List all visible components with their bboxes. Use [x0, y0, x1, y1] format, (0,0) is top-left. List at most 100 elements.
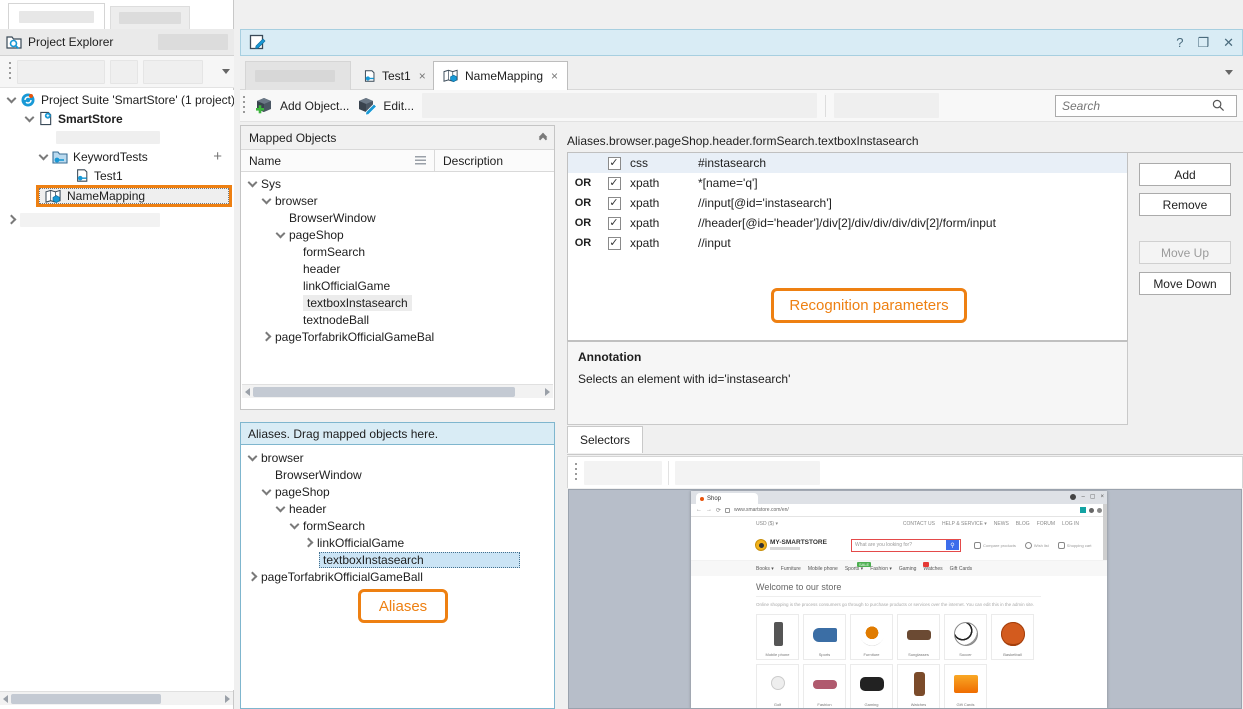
document-tab-namemapping-active[interactable]: NameMapping ×	[433, 61, 568, 90]
column-menu-icon[interactable]	[415, 156, 426, 165]
workspace-tab-inactive[interactable]	[110, 6, 190, 29]
selector-row-xpath-1[interactable]: OR ✓ xpath *[name='q']	[568, 173, 1127, 193]
search-box[interactable]	[1055, 95, 1237, 117]
tree-item-test1[interactable]: Test1	[0, 166, 234, 185]
document-tab-redacted[interactable]	[245, 61, 351, 90]
mapped-objects-hscrollbar[interactable]	[242, 384, 553, 398]
mapped-item-browser[interactable]: browser	[241, 192, 554, 209]
alias-linkofficialgame[interactable]: linkOfficialGame	[241, 534, 554, 551]
toolbar-drag-handle[interactable]	[574, 463, 578, 483]
tree-item-project-suite[interactable]: Project Suite 'SmartStore' (1 project)	[0, 90, 234, 109]
scroll-right-icon[interactable]	[545, 388, 550, 396]
scroll-right-icon[interactable]	[225, 695, 230, 703]
toolbar-redacted-area[interactable]	[422, 93, 817, 118]
chevron-collapsed-icon[interactable]	[7, 215, 17, 225]
shop-header-actions: Compare products Wish list Shopping cart	[974, 542, 1091, 549]
tab-close-icon[interactable]: ×	[551, 69, 558, 83]
collapse-panel-icon[interactable]	[540, 134, 546, 142]
extension-icon	[1097, 508, 1102, 513]
scroll-left-icon[interactable]	[245, 388, 250, 396]
move-down-button[interactable]: Move Down	[1139, 272, 1231, 295]
close-button[interactable]: ✕	[1223, 35, 1234, 51]
tab-list-chevron-icon[interactable]	[1225, 70, 1233, 75]
toolbar-redacted-area[interactable]	[834, 93, 939, 118]
scroll-left-icon[interactable]	[3, 695, 8, 703]
project-explorer-header: Project Explorer	[0, 29, 234, 56]
selector-row-xpath-3[interactable]: OR ✓ xpath //header[@id='header']/div[2]…	[568, 213, 1127, 233]
project-icon	[38, 111, 53, 126]
tree-item-keywordtests[interactable]: KeywordTests +	[0, 147, 234, 166]
selector-row-css[interactable]: ✓ css #instasearch	[568, 153, 1127, 173]
mapped-item-header[interactable]: header	[241, 260, 554, 277]
help-button[interactable]: ?	[1176, 35, 1183, 51]
document-tab-test1[interactable]: Test1 ×	[354, 61, 435, 90]
alias-pageshop[interactable]: pageShop	[241, 483, 554, 500]
scrollbar-thumb[interactable]	[11, 694, 161, 704]
selector-row-xpath-4[interactable]: OR ✓ xpath //input	[568, 233, 1127, 253]
checkbox-checked-icon[interactable]: ✓	[608, 157, 621, 170]
tree-item-project[interactable]: SmartStore	[0, 109, 234, 128]
selectors-tab[interactable]: Selectors	[567, 426, 643, 453]
tab-close-icon[interactable]: ×	[419, 69, 426, 83]
category-tile: Sports	[803, 614, 846, 660]
maximize-button[interactable]: ❒	[1197, 35, 1209, 51]
chevron-expanded-icon[interactable]	[39, 150, 49, 160]
add-test-plus-icon[interactable]: +	[213, 148, 222, 165]
mapped-item-textnodeball[interactable]: textnodeBall	[241, 311, 554, 328]
checkbox-checked-icon[interactable]: ✓	[608, 177, 621, 190]
chevron-expanded-icon[interactable]	[25, 112, 35, 122]
scrollbar-thumb[interactable]	[253, 387, 515, 397]
node-label: BrowserWindow	[289, 211, 376, 225]
project-explorer-hscrollbar[interactable]	[0, 691, 233, 705]
mapped-item-pageshop[interactable]: pageShop	[241, 226, 554, 243]
mapped-item-sys[interactable]: Sys	[241, 175, 554, 192]
mapped-item-pagetorfabrik[interactable]: pageTorfabrikOfficialGameBal	[241, 328, 554, 345]
add-object-button[interactable]: Add Object...	[254, 96, 349, 116]
node-label: pageTorfabrikOfficialGameBall	[261, 570, 423, 584]
shop-logo: MY-SMARTSTORE	[755, 539, 827, 551]
toolbar-button-redacted[interactable]	[17, 60, 105, 84]
tree-item-namemapping-selected[interactable]: NameMapping	[36, 185, 232, 207]
toolbar-button-redacted[interactable]	[143, 60, 203, 84]
redacted-header-control[interactable]	[158, 34, 228, 50]
search-input[interactable]	[1062, 99, 1212, 113]
tree-item-redacted[interactable]	[0, 128, 234, 147]
preview-toolbar-button-redacted[interactable]	[584, 461, 662, 485]
selector-row-xpath-2[interactable]: OR ✓ xpath //input[@id='instasearch']	[568, 193, 1127, 213]
toolbar-button-redacted[interactable]	[110, 60, 138, 84]
annotation-section: Annotation Selects an element with id='i…	[567, 341, 1128, 425]
preview-toolbar-button-redacted[interactable]	[675, 461, 820, 485]
alias-pagetorfabrik[interactable]: pageTorfabrikOfficialGameBall	[241, 568, 554, 585]
checkbox-checked-icon[interactable]: ✓	[608, 237, 621, 250]
alias-browserwindow[interactable]: BrowserWindow	[241, 466, 554, 483]
toolbar-drag-handle[interactable]	[8, 62, 12, 82]
chevron-expanded-icon[interactable]	[7, 93, 17, 103]
mapped-item-formsearch[interactable]: formSearch	[241, 243, 554, 260]
tab-test1-label: Test1	[382, 69, 411, 83]
column-description[interactable]: Description	[435, 150, 554, 171]
add-button[interactable]: Add	[1139, 163, 1231, 186]
toolbar-drag-handle[interactable]	[242, 96, 246, 116]
edit-label: Edit...	[383, 99, 414, 113]
toolbar-overflow-chevron-icon[interactable]	[222, 69, 230, 74]
mapped-item-linkofficialgame[interactable]: linkOfficialGame	[241, 277, 554, 294]
tree-item-collapsed-redacted[interactable]	[0, 210, 234, 229]
mapped-item-browserwindow[interactable]: BrowserWindow	[241, 209, 554, 226]
checkbox-checked-icon[interactable]: ✓	[608, 217, 621, 230]
testcomplete-window: Project Explorer Project Suite 'SmartSto…	[0, 0, 1243, 709]
checkbox-checked-icon[interactable]: ✓	[608, 197, 621, 210]
top-link: HELP & SERVICE ▾	[942, 521, 987, 527]
alias-header[interactable]: header	[241, 500, 554, 517]
browser-tab-title: Shop	[707, 496, 721, 502]
column-name[interactable]: Name	[241, 150, 435, 171]
cube-edit-icon	[357, 96, 378, 116]
mapped-item-textboxinstasearch-selected[interactable]: textboxInstasearch	[241, 294, 554, 311]
move-up-button[interactable]: Move Up	[1139, 241, 1231, 264]
alias-textboxinstasearch-selected[interactable]: textboxInstasearch	[241, 551, 554, 568]
edit-button[interactable]: Edit...	[357, 96, 414, 116]
alias-formsearch[interactable]: formSearch	[241, 517, 554, 534]
alias-browser[interactable]: browser	[241, 449, 554, 466]
node-label: header	[303, 262, 340, 276]
workspace-tab-active[interactable]	[8, 3, 105, 29]
remove-button[interactable]: Remove	[1139, 193, 1231, 216]
